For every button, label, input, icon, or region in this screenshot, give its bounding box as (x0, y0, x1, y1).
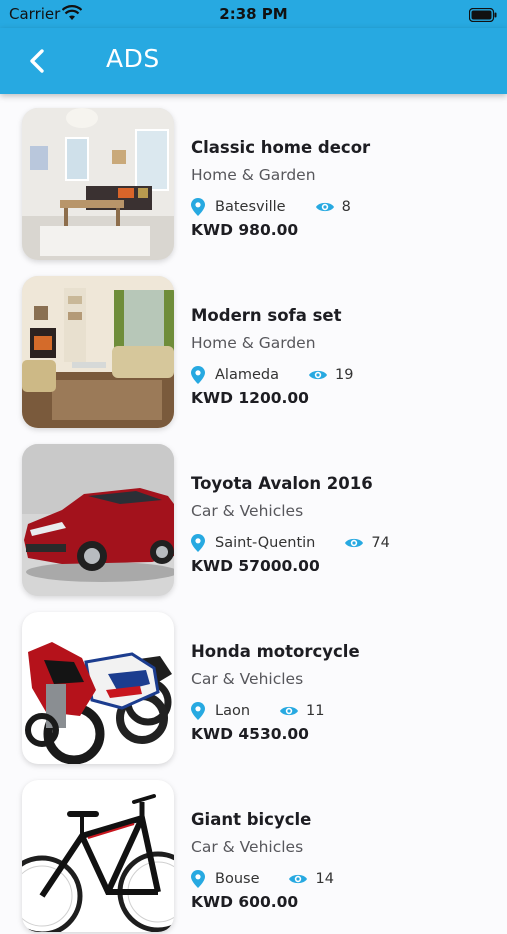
ad-price: KWD 57000.00 (191, 557, 320, 575)
ad-views-count: 8 (341, 199, 351, 215)
chevron-left-icon (30, 49, 44, 73)
views-eye-icon (289, 874, 308, 884)
ad-title: Toyota Avalon 2016 (191, 474, 373, 493)
ad-title: Honda motorcycle (191, 642, 360, 661)
views-eye-icon (315, 202, 334, 212)
location-pin-icon (191, 870, 205, 888)
location-pin-icon (191, 366, 205, 384)
ad-title: Classic home decor (191, 138, 371, 157)
views-eye-icon (308, 370, 327, 380)
status-bar: Carrier 2:38 PM (0, 0, 507, 28)
red-car-photo (22, 444, 174, 596)
ad-location: Saint-Quentin (215, 535, 316, 551)
ad-category: Car & Vehicles (191, 838, 304, 856)
ad-location: Alameda (215, 367, 279, 383)
ad-views-count: 11 (306, 703, 325, 719)
location-pin-icon (191, 198, 205, 216)
ad-list-item[interactable]: Modern sofa set Home & Garden Alameda 19… (0, 262, 507, 430)
ad-views-count: 74 (371, 535, 390, 551)
ad-list-item[interactable]: Honda motorcycle Car & Vehicles Laon 11 … (0, 598, 507, 766)
ad-views-count: 14 (315, 871, 334, 887)
bicycle-photo (22, 780, 174, 932)
back-button[interactable] (22, 44, 54, 78)
status-time: 2:38 PM (219, 5, 288, 23)
page-title: ADS (106, 44, 160, 73)
battery-icon (468, 7, 497, 26)
location-pin-icon (191, 534, 205, 552)
ad-price: KWD 1200.00 (191, 389, 309, 407)
app-bar: ADS (0, 28, 507, 94)
ad-list-item[interactable]: Toyota Avalon 2016 Car & Vehicles Saint-… (0, 430, 507, 598)
ad-location: Batesville (215, 199, 286, 215)
sofa-room-photo (22, 276, 174, 428)
ad-category: Home & Garden (191, 334, 316, 352)
location-pin-icon (191, 702, 205, 720)
views-eye-icon (345, 538, 364, 548)
ad-list-item[interactable]: Classic home decor Home & Garden Batesvi… (0, 94, 507, 262)
ad-location: Laon (215, 703, 251, 719)
motorcycles-photo (22, 612, 174, 764)
ad-views-count: 19 (334, 367, 354, 383)
views-eye-icon (280, 706, 299, 716)
ads-list: Classic home decor Home & Garden Batesvi… (0, 94, 507, 934)
ad-title: Modern sofa set (191, 306, 342, 325)
ad-price: KWD 980.00 (191, 221, 299, 239)
ad-list-item[interactable]: Giant bicycle Car & Vehicles Bouse 14 KW… (0, 766, 507, 934)
ad-price: KWD 4530.00 (191, 725, 309, 743)
ad-title: Giant bicycle (191, 810, 312, 829)
ad-price: KWD 600.00 (191, 893, 299, 911)
ad-category: Car & Vehicles (191, 670, 304, 688)
living-room-photo (22, 108, 174, 260)
ad-category: Car & Vehicles (191, 502, 304, 520)
ad-location: Bouse (215, 871, 260, 887)
ad-category: Home & Garden (191, 166, 316, 184)
